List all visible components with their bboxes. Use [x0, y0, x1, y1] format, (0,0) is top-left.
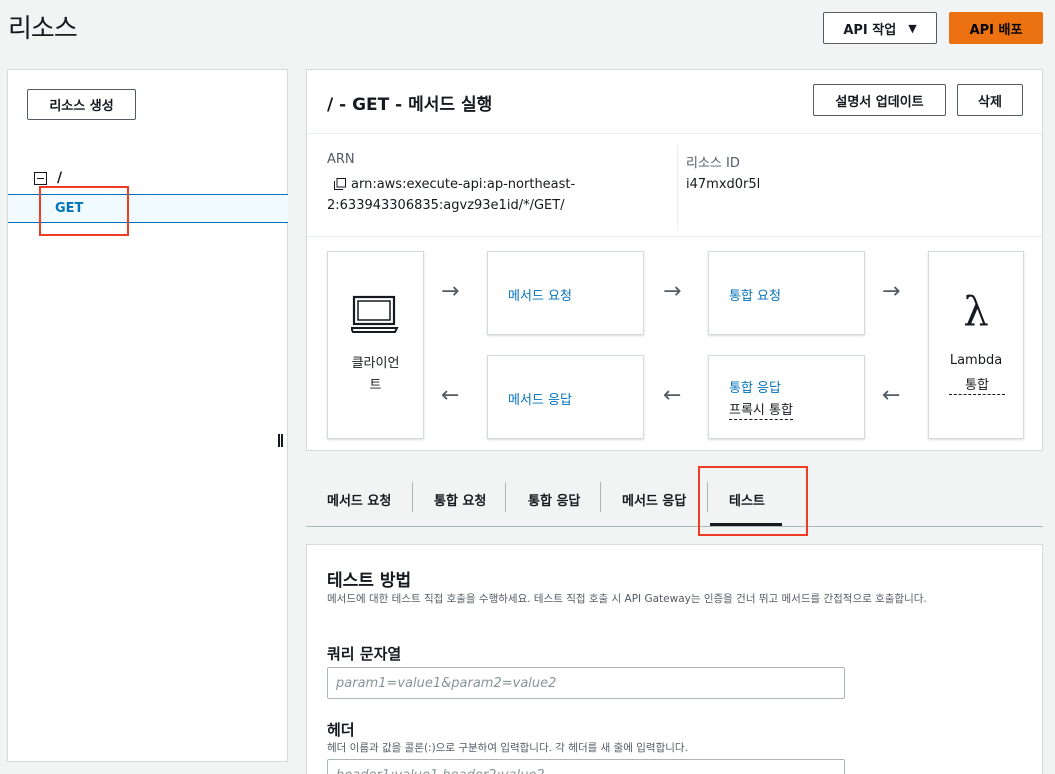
laptop-icon [351, 295, 399, 333]
tab-method-response[interactable]: 메서드 응답 [622, 490, 686, 509]
api-actions-button[interactable]: API 작업 ▼ [823, 12, 937, 44]
highlight-box-test-tab [698, 466, 808, 536]
method-request-box[interactable]: 메서드 요청 [487, 251, 644, 335]
collapse-icon[interactable] [34, 171, 47, 185]
headers-input[interactable] [327, 759, 845, 774]
lambda-label: Lambda [949, 353, 1003, 368]
tab-separator [505, 482, 506, 512]
test-section-title: 테스트 방법 [327, 571, 412, 591]
tab-integration-response[interactable]: 통합 응답 [528, 490, 580, 509]
arrow-right-icon: → [882, 279, 901, 304]
arn-value-line1: arn:aws:execute-api:ap-northeast- [351, 177, 576, 192]
tab-integration-request[interactable]: 통합 요청 [434, 490, 486, 509]
integration-response-box[interactable]: 통합 응답 프록시 통합 [708, 355, 865, 439]
method-title: / - GET - 메서드 실행 [327, 95, 493, 115]
lambda-icon: λ [963, 289, 989, 335]
section-divider [307, 236, 1042, 237]
method-response-box[interactable]: 메서드 응답 [487, 355, 644, 439]
lambda-integration-text: 통합 [965, 378, 989, 393]
highlight-box-get [39, 186, 129, 236]
method-tabs: 메서드 요청 통합 요청 통합 응답 메서드 응답 테스트 [306, 470, 1043, 527]
lambda-integration-box[interactable]: λ Lambda 통합 [928, 251, 1024, 439]
resource-tree-panel: 리소스 생성 / GET [7, 69, 288, 762]
client-label-line1: 클라이언 [351, 356, 400, 371]
update-documentation-button[interactable]: 설명서 업데이트 [813, 84, 946, 116]
arrow-right-icon: → [441, 279, 460, 304]
client-box[interactable]: 클라이언 트 [327, 251, 424, 439]
tree-root-item[interactable]: / [34, 170, 62, 186]
test-method-panel: 테스트 방법 메서드에 대한 테스트 직접 호출을 수행하세요. 테스트 직접 … [306, 544, 1043, 774]
method-request-link[interactable]: 메서드 요청 [508, 285, 572, 304]
test-section-description: 메서드에 대한 테스트 직접 호출을 수행하세요. 테스트 직접 호출 시 AP… [327, 593, 927, 605]
headers-label: 헤더 [327, 721, 355, 739]
arrow-left-icon: ← [663, 383, 682, 408]
method-response-link[interactable]: 메서드 응답 [508, 389, 572, 408]
query-string-input[interactable] [327, 667, 845, 699]
page-title: 리소스 [8, 14, 78, 44]
deploy-api-button[interactable]: API 배포 [949, 12, 1043, 44]
panel-resize-handle[interactable] [278, 434, 283, 447]
create-resource-button[interactable]: 리소스 생성 [27, 89, 136, 120]
copy-icon[interactable] [334, 178, 346, 190]
lambda-integration-label: 통합 [949, 374, 1005, 395]
method-execution-panel: / - GET - 메서드 실행 설명서 업데이트 삭제 ARN arn:aws… [306, 69, 1043, 451]
proxy-integration-label: 프록시 통합 [729, 399, 793, 420]
api-actions-label: API 작업 [843, 22, 897, 38]
tab-method-request[interactable]: 메서드 요청 [327, 490, 391, 509]
tab-separator [412, 482, 413, 512]
integration-request-link[interactable]: 통합 요청 [729, 285, 781, 304]
integration-response-link[interactable]: 통합 응답 [729, 377, 781, 396]
headers-description: 헤더 이름과 값을 콜론(:)으로 구분하여 입력합니다. 각 헤더를 새 줄에… [327, 742, 688, 754]
caret-down-icon: ▼ [908, 21, 917, 35]
integration-request-box[interactable]: 통합 요청 [708, 251, 865, 335]
arrow-right-icon: → [663, 279, 682, 304]
resource-id-label: 리소스 ID [686, 156, 740, 171]
arn-value-line2: 2:633943306835:agvz93e1id/*/GET/ [327, 198, 565, 213]
tree-root-label: / [57, 170, 63, 186]
client-label-line2: 트 [369, 378, 382, 393]
resource-id-value: i47mxd0r5l [686, 177, 761, 192]
arrow-left-icon: ← [441, 383, 460, 408]
arrow-left-icon: ← [882, 383, 901, 408]
arn-label: ARN [327, 152, 355, 167]
tab-separator [600, 482, 601, 512]
info-divider [677, 145, 678, 230]
method-header: / - GET - 메서드 실행 설명서 업데이트 삭제 [307, 70, 1042, 134]
delete-button[interactable]: 삭제 [957, 84, 1023, 116]
query-string-label: 쿼리 문자열 [327, 645, 402, 663]
